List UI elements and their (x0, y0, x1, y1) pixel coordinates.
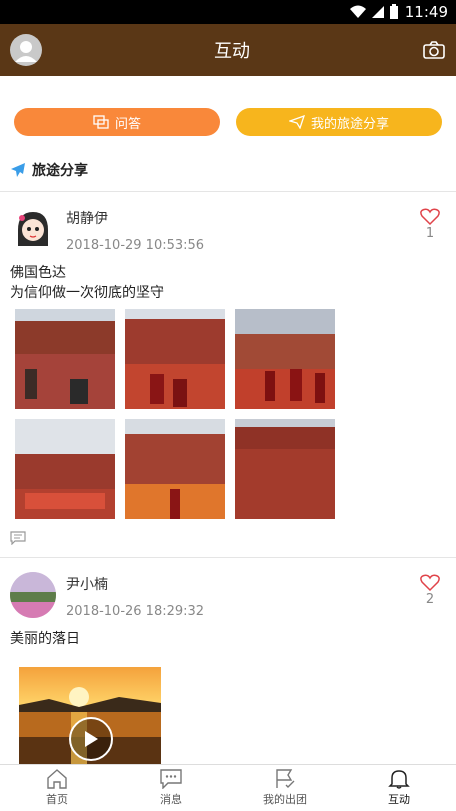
home-icon (47, 769, 67, 789)
post-header: 胡静伊 2018-10-29 10:53:56 1 (0, 192, 456, 253)
tab-interaction-label: 互动 (388, 793, 410, 806)
action-row: 问答 我的旅途分享 (0, 108, 456, 136)
post-text: 佛国色达 为信仰做一次彻底的坚守 (10, 265, 164, 301)
airplane-icon (11, 162, 25, 177)
signal-icon (371, 6, 384, 18)
section-header: 旅途分享 (0, 148, 456, 192)
profile-avatar-button[interactable] (10, 34, 42, 66)
like-button[interactable]: 2 (420, 574, 440, 607)
post-photo[interactable] (125, 309, 225, 409)
message-icon (160, 769, 182, 789)
tab-messages-label: 消息 (160, 793, 182, 806)
tab-my-tours[interactable]: 我的出团 (228, 765, 342, 811)
qa-icon (93, 115, 109, 129)
section-title: 旅途分享 (32, 162, 88, 179)
flag-icon (276, 769, 295, 788)
post-card: 胡静伊 2018-10-29 10:53:56 1 佛国色达 为信仰做一次彻底的… (0, 192, 456, 558)
wifi-icon (349, 5, 366, 18)
my-share-button-label: 我的旅途分享 (310, 116, 389, 132)
post-card: 尹小楠 2018-10-26 18:29:32 2 美丽的落日 (0, 558, 456, 792)
heart-icon (420, 574, 440, 592)
qa-button[interactable]: 问答 (14, 108, 220, 136)
my-share-button[interactable]: 我的旅途分享 (236, 108, 442, 136)
user-avatar[interactable] (10, 206, 56, 252)
page-title: 互动 (214, 41, 250, 62)
tab-my-tours-label: 我的出团 (263, 793, 307, 806)
bell-icon (388, 770, 410, 789)
status-time: 11:49 (404, 3, 448, 21)
post-time: 2018-10-26 18:29:32 (66, 604, 205, 619)
post-time: 2018-10-29 10:53:56 (66, 238, 205, 253)
landscape-avatar (10, 572, 56, 618)
paper-plane-icon (288, 115, 305, 129)
camera-button[interactable] (422, 38, 446, 62)
status-bar: 11:49 (0, 0, 456, 24)
play-button[interactable] (69, 717, 113, 761)
bottom-tab-bar: 首页 消息 我的出团 互动 (0, 764, 456, 811)
post-photo[interactable] (15, 309, 115, 409)
user-icon (15, 41, 37, 62)
app-header: 互动 (0, 24, 456, 76)
post-author[interactable]: 尹小楠 (66, 574, 204, 594)
post-photo[interactable] (125, 419, 225, 519)
post-photo[interactable] (235, 309, 335, 409)
tab-messages[interactable]: 消息 (114, 765, 228, 811)
cartoon-girl-avatar (10, 206, 56, 252)
battery-icon (389, 4, 398, 19)
photo-grid (0, 303, 456, 519)
post-photo[interactable] (235, 419, 335, 519)
like-count: 2 (425, 592, 435, 607)
like-count: 1 (425, 226, 435, 241)
post-header: 尹小楠 2018-10-26 18:29:32 2 (0, 558, 456, 619)
post-author[interactable]: 胡静伊 (66, 208, 204, 228)
post-photo[interactable] (15, 419, 115, 519)
tab-home[interactable]: 首页 (0, 765, 114, 811)
tab-interaction[interactable]: 互动 (342, 765, 456, 811)
post-text: 美丽的落日 (10, 631, 80, 647)
like-button[interactable]: 1 (420, 208, 440, 241)
comment-icon[interactable] (10, 531, 26, 545)
tab-home-label: 首页 (46, 793, 68, 806)
user-avatar[interactable] (10, 572, 56, 618)
play-icon (85, 731, 98, 747)
camera-icon (423, 41, 445, 59)
heart-icon (420, 208, 440, 226)
comment-row (0, 519, 456, 557)
qa-button-label: 问答 (114, 116, 141, 132)
